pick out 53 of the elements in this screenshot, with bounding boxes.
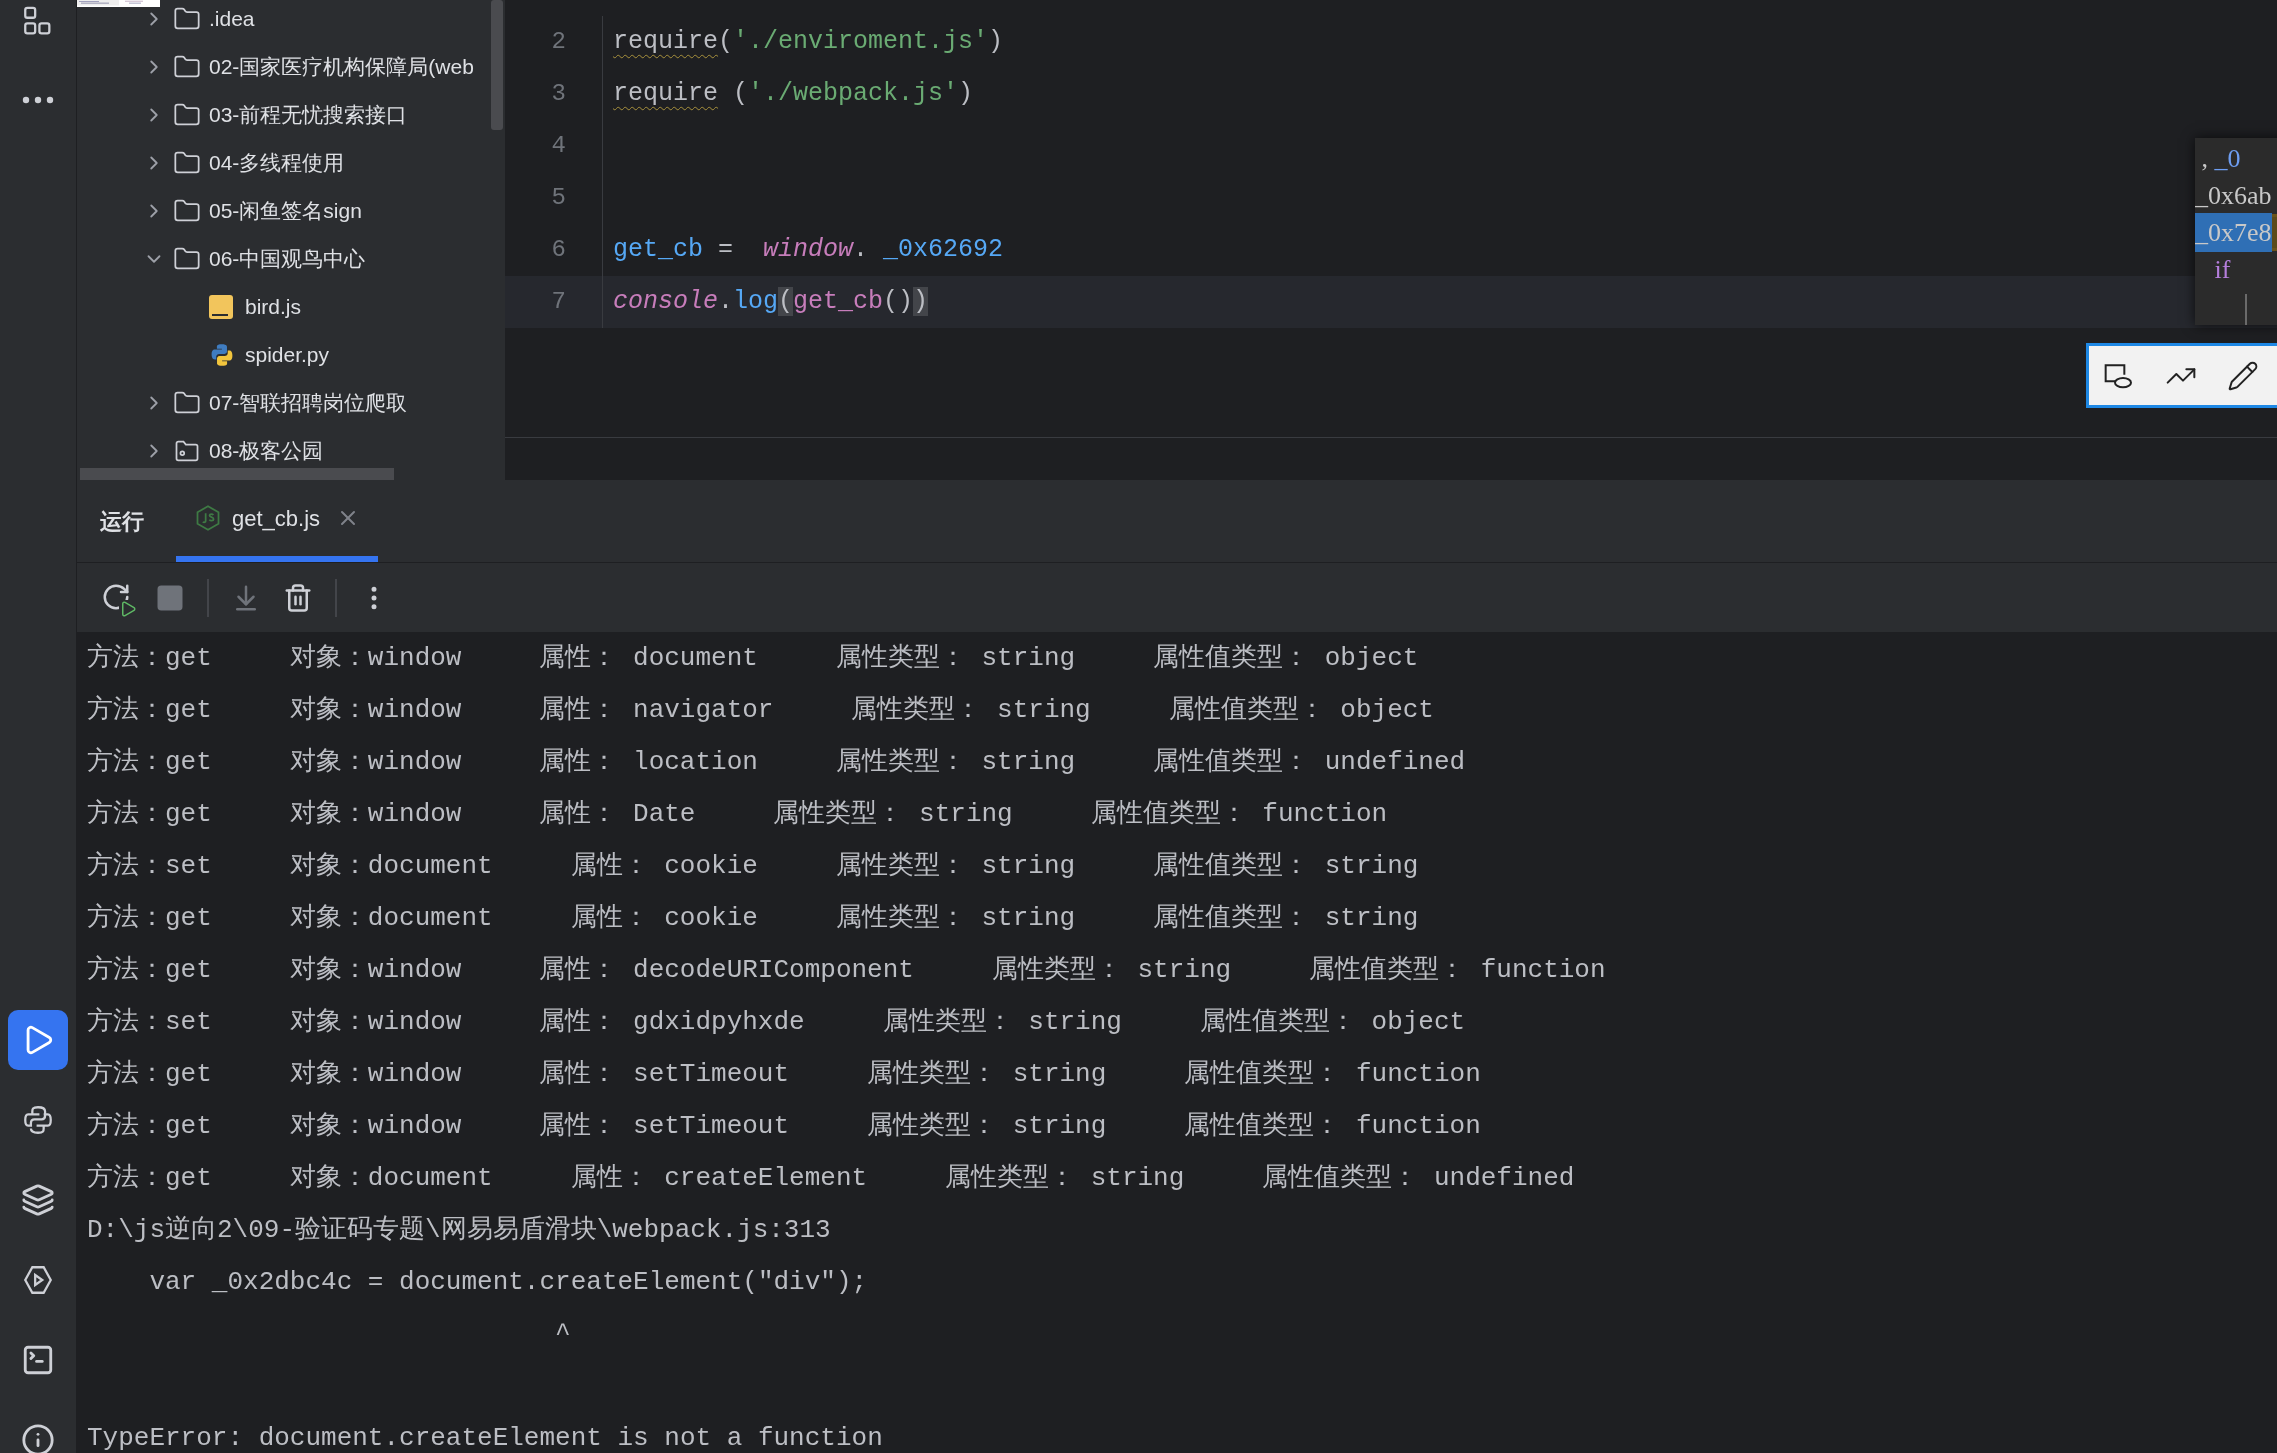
python-icon: [21, 1103, 55, 1137]
console-line: 方法：get 对象：document 属性： cookie 属性类型： string 属性值类型： string: [87, 901, 1419, 935]
code-line: _0x6ab: [2195, 180, 2272, 212]
tree-item-label[interactable]: 06-中国观鸟中心: [209, 243, 366, 275]
console-line: 方法：get 对象：window 属性： decodeURIComponent 属性类型： string 属性值类型： function: [87, 953, 1606, 987]
line-number: 2: [550, 27, 567, 57]
console-line: 方法：set 对象：window 属性： gdxidpyhxde 属性类型： string 属性值类型： object: [87, 1005, 1466, 1039]
tree-item-label[interactable]: 03-前程无忧搜索接口: [209, 99, 408, 131]
panel-title: 运行: [100, 507, 144, 536]
line-number: 4: [550, 131, 567, 161]
services-icon: [21, 1263, 55, 1297]
code-line: console.log(get_cb()): [613, 286, 929, 319]
error-message: TypeError: document.createElement is not a function: [87, 1421, 883, 1453]
code-line: , _0: [2200, 143, 2241, 175]
trash-icon[interactable]: [283, 582, 313, 613]
console-line: 方法：get 对象：window 属性： document 属性类型： string 属性值类型： object: [87, 641, 1419, 675]
line-number: 3: [550, 79, 567, 109]
console-line: 方法：get 对象：window 属性： navigator 属性类型： string 属性值类型： object: [87, 693, 1434, 727]
pencil-icon[interactable]: [2227, 359, 2259, 392]
scrollbar-thumb[interactable]: [491, 0, 503, 130]
code-line: require ('./webpack.js'): [613, 78, 974, 111]
console-line: 方法：get 对象：document 属性： createElement 属性类型： string 属性值类型： undefined: [87, 1161, 1575, 1195]
code-line: require('./enviroment.js'): [613, 26, 1004, 59]
console-line: ^: [554, 1317, 571, 1351]
tree-item-label[interactable]: bird.js: [245, 291, 302, 323]
terminal-icon: [21, 1343, 55, 1377]
tool-window-button[interactable]: [8, 1010, 68, 1070]
tree-item-label[interactable]: 02-国家医疗机构保障局(web: [209, 51, 474, 83]
tree-item-label[interactable]: 05-闲鱼签名sign: [209, 195, 362, 227]
console-line: var _0x2dbc4c = document.createElement("div");: [148, 1265, 868, 1299]
console-line: 方法：get 对象：window 属性： Date 属性类型： string 属性值类型： function: [87, 797, 1388, 831]
console-line: 方法：get 对象：window 属性： setTimeout 属性类型： string 属性值类型： function: [87, 1057, 1481, 1091]
info-icon: [21, 1423, 55, 1453]
js-file-icon: [209, 295, 233, 319]
python-file-icon: [209, 342, 235, 368]
console-line: 方法：get 对象：window 属性： location 属性类型： string 属性值类型： undefined: [87, 745, 1466, 779]
line-number: 5: [550, 183, 567, 213]
line-number: 6: [550, 235, 567, 265]
tree-item-label[interactable]: 04-多线程使用: [209, 147, 345, 179]
console-line: 方法：get 对象：window 属性： setTimeout 属性类型： string 属性值类型： function: [87, 1109, 1481, 1143]
tree-item-label[interactable]: 07-智联招聘岗位爬取: [209, 387, 408, 419]
console-line: 方法：set 对象：document 属性： cookie 属性类型： string 属性值类型： string: [87, 849, 1419, 883]
line-number: 7: [550, 287, 567, 317]
scrollbar-thumb[interactable]: [80, 468, 394, 480]
layers-icon: [21, 1183, 55, 1217]
node-icon: [194, 504, 222, 532]
tree-item-label[interactable]: spider.py: [245, 339, 330, 371]
code-line: if: [2213, 254, 2231, 286]
tree-item-label[interactable]: 08-极客公园: [209, 435, 324, 467]
tree-item-label[interactable]: .idea: [209, 3, 255, 35]
code-line: get_cb = window. _0x62692: [613, 234, 1004, 267]
console-line: D:\js逆向2\09-验证码专题\网易易盾滑块\webpack.js:313: [87, 1213, 831, 1247]
more-icon: [22, 96, 54, 104]
